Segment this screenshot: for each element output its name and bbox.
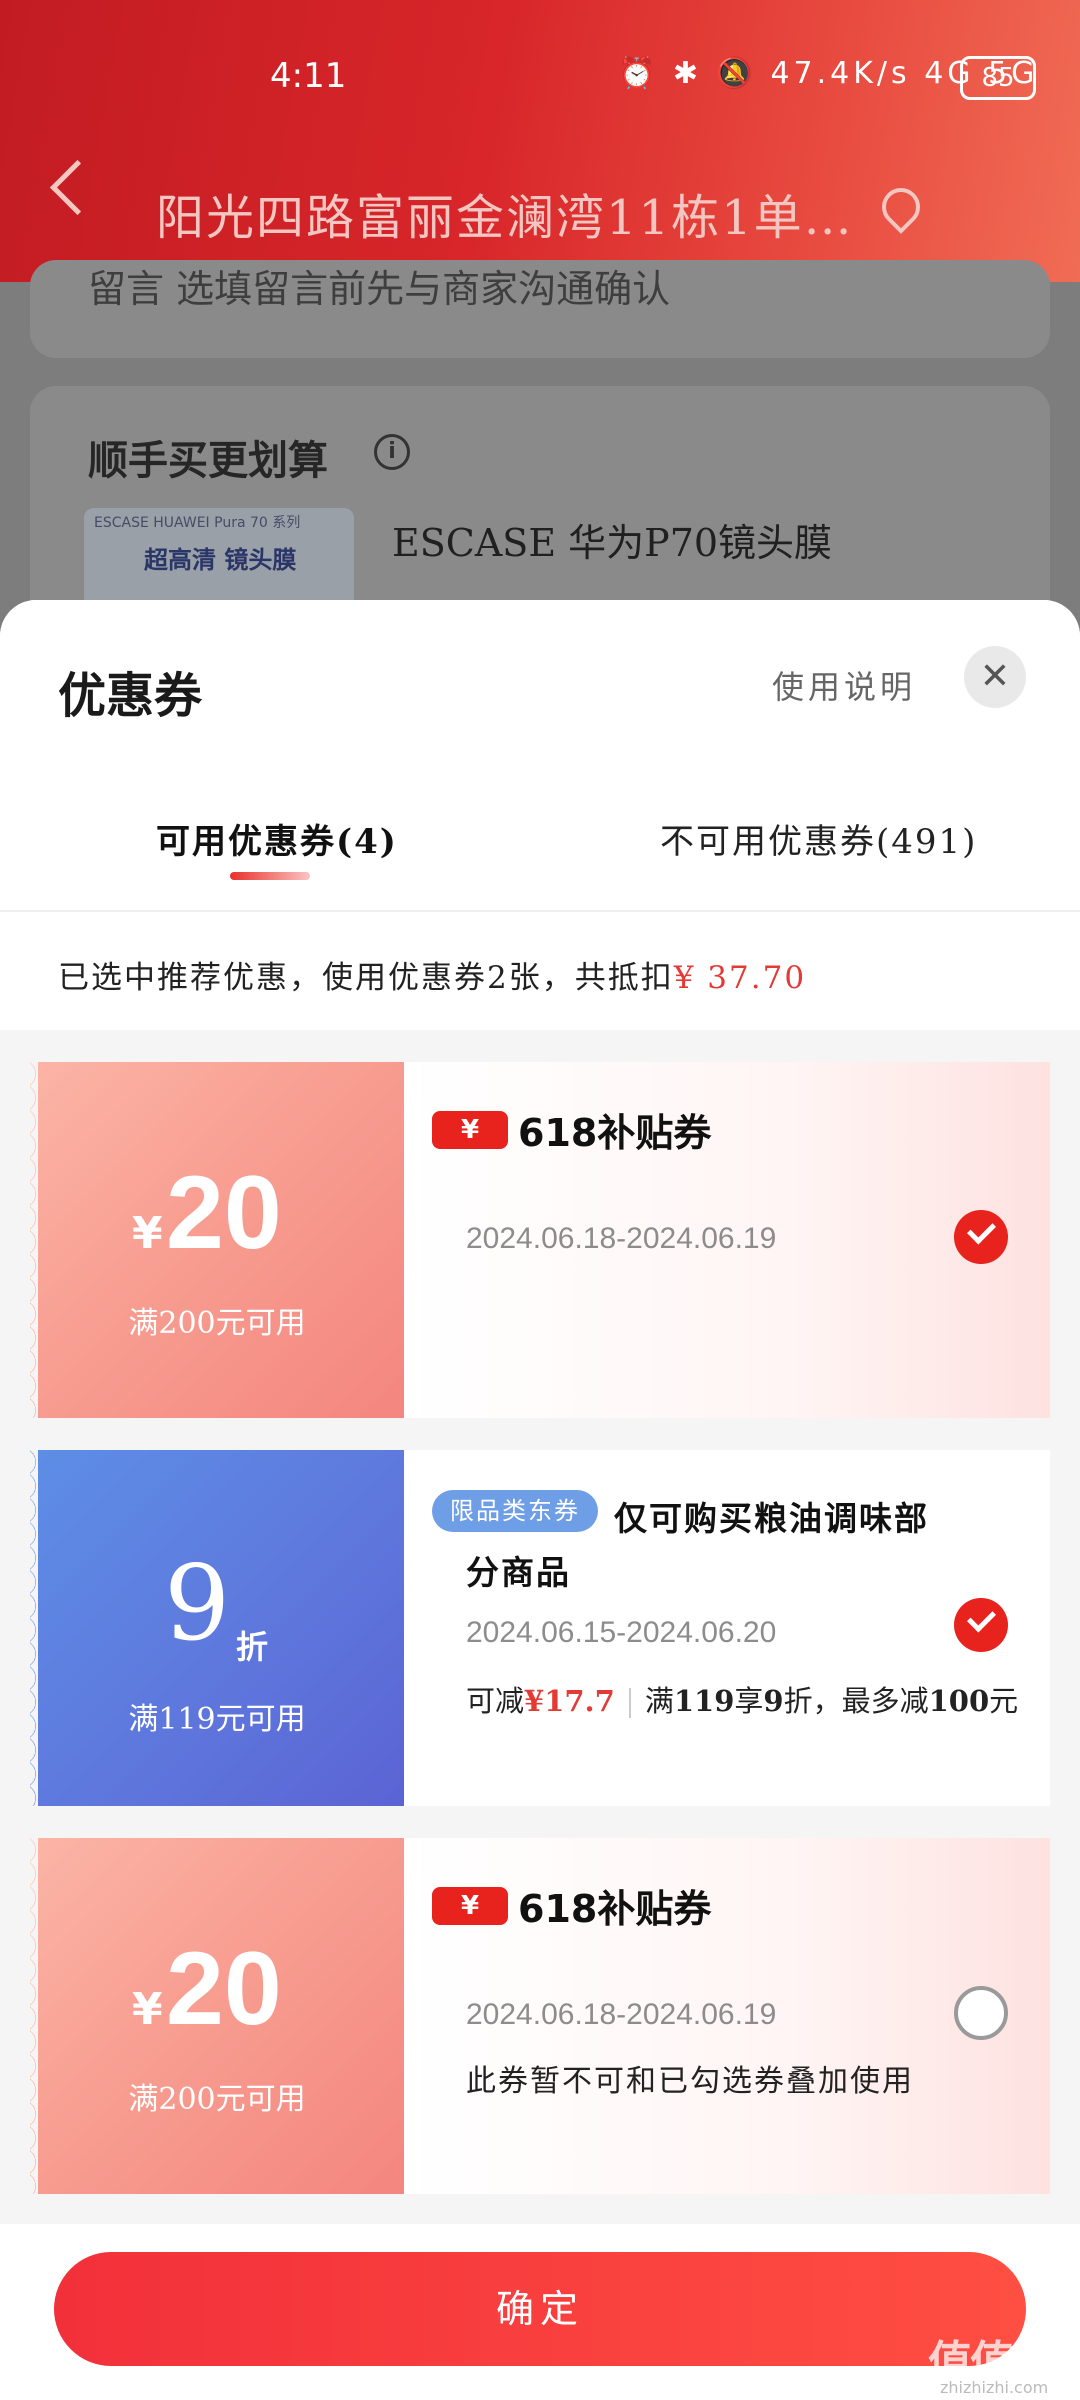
coupon-discount-unit: 折	[236, 1628, 269, 1666]
rule-mid2: 折，最多减	[783, 1684, 929, 1718]
watermark-url: zhizhizhi.com	[940, 2378, 1049, 2397]
coupon-checkbox-unchecked[interactable]	[954, 1986, 1008, 2040]
rule-mid: 享	[734, 1684, 764, 1718]
reduce-label: 可减	[466, 1684, 525, 1718]
summary-text: 已选中推荐优惠，使用优惠券2张，共抵扣¥ 37.70	[58, 952, 806, 997]
coupon-card[interactable]: ¥ 20 满200元可用 ¥ 618补贴券 2024.06.18-2024.06…	[30, 1838, 1050, 2194]
coupon-amount: 20	[166, 1931, 282, 2047]
delivery-address[interactable]: 阳光四路富丽金澜湾11栋1单…	[156, 178, 854, 248]
battery-icon: 85	[960, 56, 1036, 100]
coupon-card[interactable]: 9 折 满119元可用 限品类东券 仅可购买粮油调味部 分商品 2024.06.…	[30, 1450, 1050, 1806]
coupon-title-line2: 分商品	[466, 1553, 571, 1592]
coupon-yen: ¥	[132, 1984, 163, 2035]
reduce-amount: ¥17.7	[524, 1684, 615, 1718]
product-image-brand: ESCASE HUAWEI Pura 70 系列	[94, 515, 301, 531]
coupon-badge-text: 618补贴券	[518, 1887, 712, 1931]
coupon-checkbox-checked[interactable]	[954, 1210, 1008, 1264]
summary-amount: ¥ 37.70	[673, 960, 807, 996]
info-icon[interactable]: i	[374, 434, 410, 470]
coupon-type-badge: ¥ 618补贴券	[432, 1878, 711, 1933]
coupon-notch	[30, 1062, 38, 1418]
tab-available[interactable]: 可用优惠券(4)	[156, 814, 398, 863]
coupon-discount: 9	[164, 1542, 231, 1664]
rule-discount: 9	[763, 1684, 784, 1718]
coupon-badge-text: 618补贴券	[518, 1111, 712, 1155]
product-name: ESCASE 华为P70镜头膜	[392, 521, 833, 565]
rule-suffix: 元	[989, 1684, 1019, 1718]
coupon-info-panel: ¥ 618补贴券 2024.06.18-2024.06.19 此券暂不可和已勾选…	[404, 1838, 1050, 2194]
coupon-value-panel: ¥ 20 满200元可用	[30, 1062, 404, 1418]
coupon-amount: 20	[166, 1155, 282, 1271]
coupon-notch	[30, 1838, 38, 2194]
coupon-date: 2024.06.18-2024.06.19	[466, 1222, 777, 1255]
tab-indicator	[230, 872, 310, 880]
coupon-note: 此券暂不可和已勾选券叠加使用	[466, 2064, 914, 2099]
rule-prefix: 满	[644, 1684, 674, 1718]
coupon-info-panel: ¥ 618补贴券 2024.06.18-2024.06.19	[404, 1062, 1050, 1418]
confirm-button[interactable]: 确定	[54, 2252, 1026, 2366]
sheet-title: 优惠券	[58, 668, 203, 724]
coupon-date: 2024.06.15-2024.06.20	[466, 1616, 777, 1649]
coupon-card[interactable]: ¥ 20 满200元可用 ¥ 618补贴券 2024.06.18-2024.06…	[30, 1062, 1050, 1418]
product-image-caption: 超高清 镜头膜	[144, 546, 297, 574]
coupon-badge-yen: ¥	[432, 1886, 508, 1925]
rule-threshold: 119	[673, 1684, 735, 1718]
usage-instructions-link[interactable]: 使用说明	[772, 662, 916, 708]
coupon-value-panel: 9 折 满119元可用	[30, 1450, 404, 1806]
summary-prefix: 已选中推荐优惠，使用优惠券2张，共抵扣	[58, 960, 674, 996]
coupon-type-badge: ¥ 618补贴券	[432, 1102, 711, 1157]
coupon-value-panel: ¥ 20 满200元可用	[30, 1838, 404, 2194]
close-button[interactable]: ✕	[964, 646, 1026, 708]
coupon-condition: 满200元可用	[128, 1306, 306, 1341]
coupon-condition: 满119元可用	[128, 1702, 306, 1737]
coupon-title-line1: 仅可购买粮油调味部	[614, 1499, 929, 1538]
coupon-info-panel: 限品类东券 仅可购买粮油调味部 分商品 2024.06.15-2024.06.2…	[404, 1450, 1050, 1806]
close-icon: ✕	[979, 656, 1011, 697]
coupon-yen: ¥	[132, 1208, 163, 1259]
coupon-badge-yen: ¥	[432, 1110, 508, 1149]
tab-unavailable[interactable]: 不可用优惠券(491)	[660, 814, 977, 863]
detail-separator	[628, 1688, 631, 1718]
coupon-detail: 可减¥17.7 满119享9折，最多减100元	[466, 1678, 1018, 1720]
rule-max: 100	[928, 1684, 990, 1718]
status-time: 4:11	[270, 56, 347, 96]
category-badge: 限品类东券	[432, 1490, 598, 1532]
coupon-condition: 满200元可用	[128, 2082, 306, 2117]
sheet-header	[0, 600, 1080, 910]
coupon-notch	[30, 1450, 38, 1806]
coupon-checkbox-checked[interactable]	[954, 1598, 1008, 1652]
recommend-section-title: 顺手买更划算	[88, 438, 328, 484]
message-card-text: 留言 选填留言前先与商家沟通确认	[88, 267, 671, 311]
coupon-date: 2024.06.18-2024.06.19	[466, 1998, 777, 2031]
